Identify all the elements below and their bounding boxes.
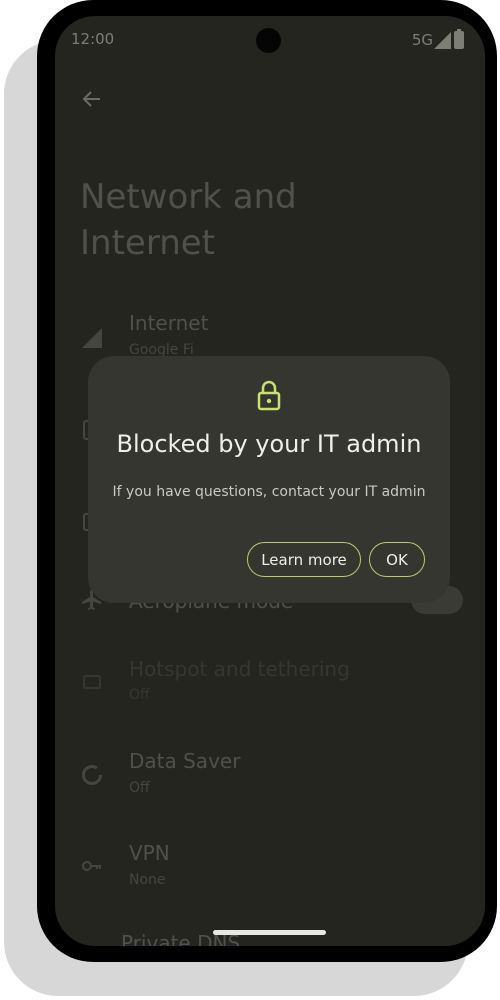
- phone-screen: 12:00 5G Network and Internet Internet G…: [55, 16, 485, 946]
- signal-icon: [82, 328, 102, 348]
- data-saver-icon: [82, 765, 102, 785]
- signal-icon: [434, 32, 451, 49]
- status-time: 12:00: [71, 30, 115, 48]
- item-subtitle: None: [129, 872, 166, 888]
- vpn-key-icon: [82, 861, 101, 871]
- camera-cutout: [256, 28, 281, 53]
- hotspot-icon: [83, 675, 101, 689]
- item-label: Internet: [129, 311, 209, 335]
- blocked-dialog: Blocked by your IT admin If you have que…: [88, 356, 450, 603]
- network-type: 5G: [411, 31, 433, 49]
- settings-item-hotspot[interactable]: Hotspot and tethering Off: [55, 656, 485, 720]
- dialog-message: If you have questions, contact your IT a…: [112, 484, 426, 500]
- item-subtitle: Off: [129, 687, 150, 703]
- item-label: VPN: [129, 841, 170, 865]
- status-bar: 12:00 5G: [55, 16, 485, 64]
- settings-item-data-saver[interactable]: Data Saver Off: [55, 748, 485, 812]
- arrow-left-icon[interactable]: [80, 87, 104, 111]
- item-label: Data Saver: [129, 749, 241, 773]
- settings-item-vpn[interactable]: VPN None: [55, 840, 485, 904]
- item-label: Hotspot and tethering: [129, 657, 350, 681]
- battery-icon: [454, 29, 464, 49]
- lock-icon: [257, 380, 281, 411]
- gesture-nav-bar[interactable]: [213, 930, 326, 935]
- item-subtitle: Off: [129, 780, 150, 796]
- page-title: Network and Internet: [80, 177, 297, 263]
- dialog-title: Blocked by your IT admin: [116, 430, 422, 458]
- ok-button[interactable]: OK: [369, 542, 425, 577]
- learn-more-button[interactable]: Learn more: [247, 542, 361, 577]
